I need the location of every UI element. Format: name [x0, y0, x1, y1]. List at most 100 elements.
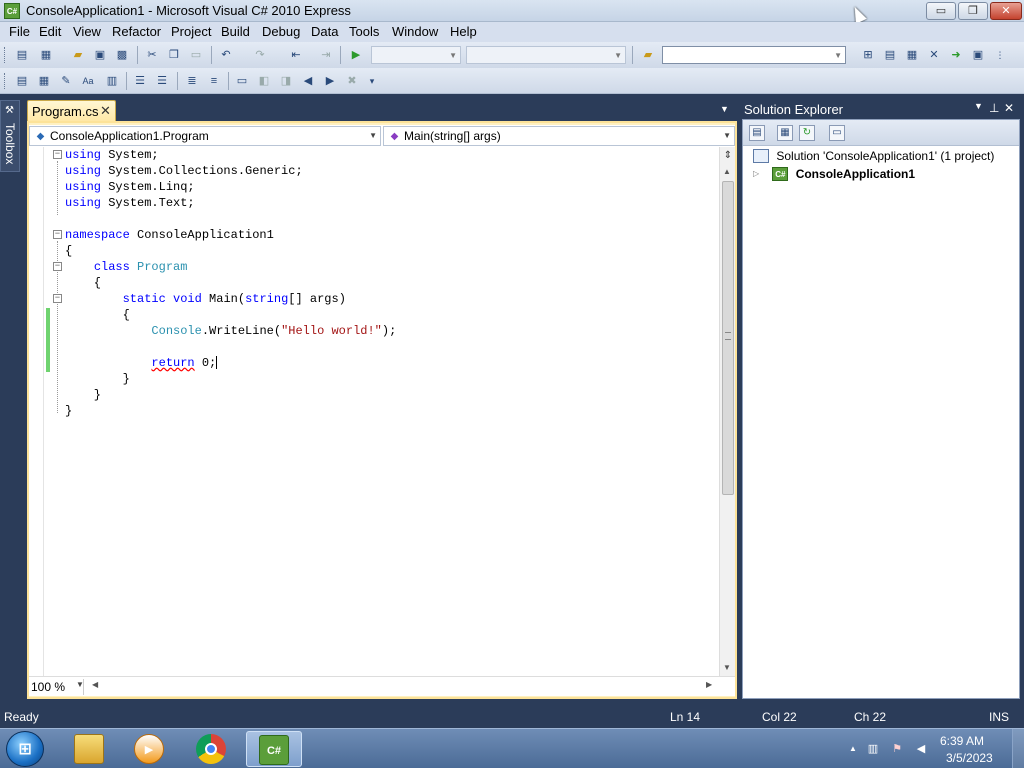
copy-icon[interactable]: ❐: [166, 47, 182, 63]
code-line[interactable]: using System.Collections.Generic;: [65, 163, 396, 179]
code-line[interactable]: [65, 339, 396, 355]
menu-tools[interactable]: Tools: [348, 24, 380, 39]
volume-icon[interactable]: ◀: [914, 742, 928, 756]
navigate-backward-icon[interactable]: ⇤: [288, 47, 304, 63]
menu-view[interactable]: View: [72, 24, 102, 39]
scroll-down-icon[interactable]: ▼: [723, 663, 731, 672]
minimize-button[interactable]: ▭: [926, 2, 956, 20]
platform-combo[interactable]: ▼: [466, 46, 626, 64]
code-text[interactable]: using System; using System.Collections.Ge…: [65, 147, 396, 419]
tab-program-cs[interactable]: Program.cs ✕: [27, 100, 116, 121]
view-class-diagram-icon[interactable]: ▭: [829, 125, 845, 141]
clear-bookmarks-icon[interactable]: ✖: [344, 73, 360, 89]
scroll-thumb[interactable]: [722, 181, 734, 495]
zoom-combo[interactable]: 100 % ▼: [29, 679, 84, 695]
display-word-completion-icon[interactable]: ▥: [104, 73, 120, 89]
collapse-icon[interactable]: −: [53, 294, 62, 303]
menu-help[interactable]: Help: [449, 24, 478, 39]
code-line[interactable]: using System;: [65, 147, 396, 163]
collapse-icon[interactable]: −: [53, 150, 62, 159]
selection-margin[interactable]: [29, 147, 44, 676]
quick-info-icon[interactable]: ✎: [58, 73, 74, 89]
toolbox-tools-icon[interactable]: ✕: [926, 47, 942, 63]
refresh-icon[interactable]: ↻: [799, 125, 815, 141]
start-button[interactable]: ⊞: [6, 731, 44, 767]
taskbar-media-player[interactable]: ▶: [122, 731, 178, 767]
expand-icon[interactable]: ▷: [753, 169, 763, 178]
find-combo[interactable]: ▼: [662, 46, 846, 64]
toolbar-grip[interactable]: [4, 73, 7, 89]
toggle-bookmark-icon[interactable]: ▭: [234, 73, 250, 89]
previous-bookmark-icon[interactable]: ◧: [256, 73, 272, 89]
menu-project[interactable]: Project: [170, 24, 212, 39]
code-line[interactable]: return 0;: [65, 355, 396, 371]
toolbar-grip[interactable]: [4, 47, 7, 63]
types-combo[interactable]: ◆ ConsoleApplication1.Program ▼: [29, 126, 381, 146]
properties-icon[interactable]: ▤: [882, 47, 898, 63]
collapse-icon[interactable]: −: [53, 230, 62, 239]
scroll-left-icon[interactable]: ◀: [92, 680, 98, 689]
parameter-info-icon[interactable]: ▦: [36, 73, 52, 89]
undo-icon[interactable]: ↶: [218, 47, 234, 63]
code-editor[interactable]: − − − − using System; using System.Collec…: [29, 147, 719, 676]
window-position-icon[interactable]: ▼: [974, 101, 983, 111]
active-files-dropdown-icon[interactable]: ▼: [720, 104, 729, 114]
add-item-icon[interactable]: ▦: [38, 47, 54, 63]
clock-time[interactable]: 6:39 AM: [940, 734, 984, 748]
code-line[interactable]: class Program: [65, 259, 396, 275]
cut-icon[interactable]: ✂: [144, 47, 160, 63]
code-line[interactable]: }: [65, 371, 396, 387]
collapse-icon[interactable]: −: [53, 262, 62, 271]
object-browser-icon[interactable]: ▦: [904, 47, 920, 63]
code-line[interactable]: {: [65, 307, 396, 323]
taskbar-visual-csharp[interactable]: C#: [246, 731, 302, 767]
menu-refactor[interactable]: Refactor: [111, 24, 162, 39]
show-all-files-icon[interactable]: ▦: [777, 125, 793, 141]
save-all-icon[interactable]: ▩: [114, 47, 130, 63]
scroll-up-icon[interactable]: ▲: [723, 167, 731, 176]
network-icon[interactable]: ▥: [866, 742, 880, 756]
redo-icon[interactable]: ↷: [252, 47, 268, 63]
close-tab-icon[interactable]: ✕: [100, 103, 111, 119]
next-bookmark-folder-icon[interactable]: ▶: [322, 73, 338, 89]
show-hidden-icons-icon[interactable]: ▲: [846, 742, 860, 756]
object-members-icon[interactable]: ▤: [14, 73, 30, 89]
code-line[interactable]: {: [65, 275, 396, 291]
close-button[interactable]: ✕: [990, 2, 1022, 20]
configuration-combo[interactable]: ▼: [371, 46, 461, 64]
tree-item-project[interactable]: ▷ C# ConsoleApplication1: [753, 166, 915, 184]
paste-icon[interactable]: ▭: [188, 47, 204, 63]
code-line[interactable]: using System.Linq;: [65, 179, 396, 195]
navigate-forward-icon[interactable]: ⇥: [318, 47, 334, 63]
menu-window[interactable]: Window: [391, 24, 439, 39]
start-page-icon[interactable]: ➜: [948, 47, 964, 63]
new-project-icon[interactable]: ▤: [14, 47, 30, 63]
show-desktop-button[interactable]: [1012, 729, 1024, 768]
solution-explorer-icon[interactable]: ⊞: [860, 47, 876, 63]
clock-date[interactable]: 3/5/2023: [946, 751, 993, 765]
complete-word-icon[interactable]: Aa: [80, 73, 96, 89]
menu-data[interactable]: Data: [310, 24, 339, 39]
pin-icon[interactable]: ⊥: [989, 101, 999, 115]
action-center-icon[interactable]: ⚑: [890, 742, 904, 756]
menu-build[interactable]: Build: [220, 24, 251, 39]
increase-indent-icon[interactable]: ☰: [154, 73, 170, 89]
toolbar-options-icon[interactable]: ▾: [364, 73, 380, 89]
open-file-icon[interactable]: ▰: [70, 47, 86, 63]
decrease-indent-icon[interactable]: ☰: [132, 73, 148, 89]
comment-lines-icon[interactable]: ≣: [184, 73, 200, 89]
menu-debug[interactable]: Debug: [261, 24, 301, 39]
code-line[interactable]: Console.WriteLine("Hello world!");: [65, 323, 396, 339]
menu-file[interactable]: File: [8, 24, 31, 39]
extension-manager-icon[interactable]: ▣: [970, 47, 986, 63]
taskbar-chrome[interactable]: [184, 731, 240, 767]
taskbar-explorer[interactable]: [62, 731, 118, 767]
code-line[interactable]: }: [65, 387, 396, 403]
previous-bookmark-folder-icon[interactable]: ◀: [300, 73, 316, 89]
code-line[interactable]: using System.Text;: [65, 195, 396, 211]
save-icon[interactable]: ▣: [92, 47, 108, 63]
menu-edit[interactable]: Edit: [38, 24, 62, 39]
code-line[interactable]: {: [65, 243, 396, 259]
code-line[interactable]: static void Main(string[] args): [65, 291, 396, 307]
splitter-icon[interactable]: ⇕: [722, 149, 734, 163]
